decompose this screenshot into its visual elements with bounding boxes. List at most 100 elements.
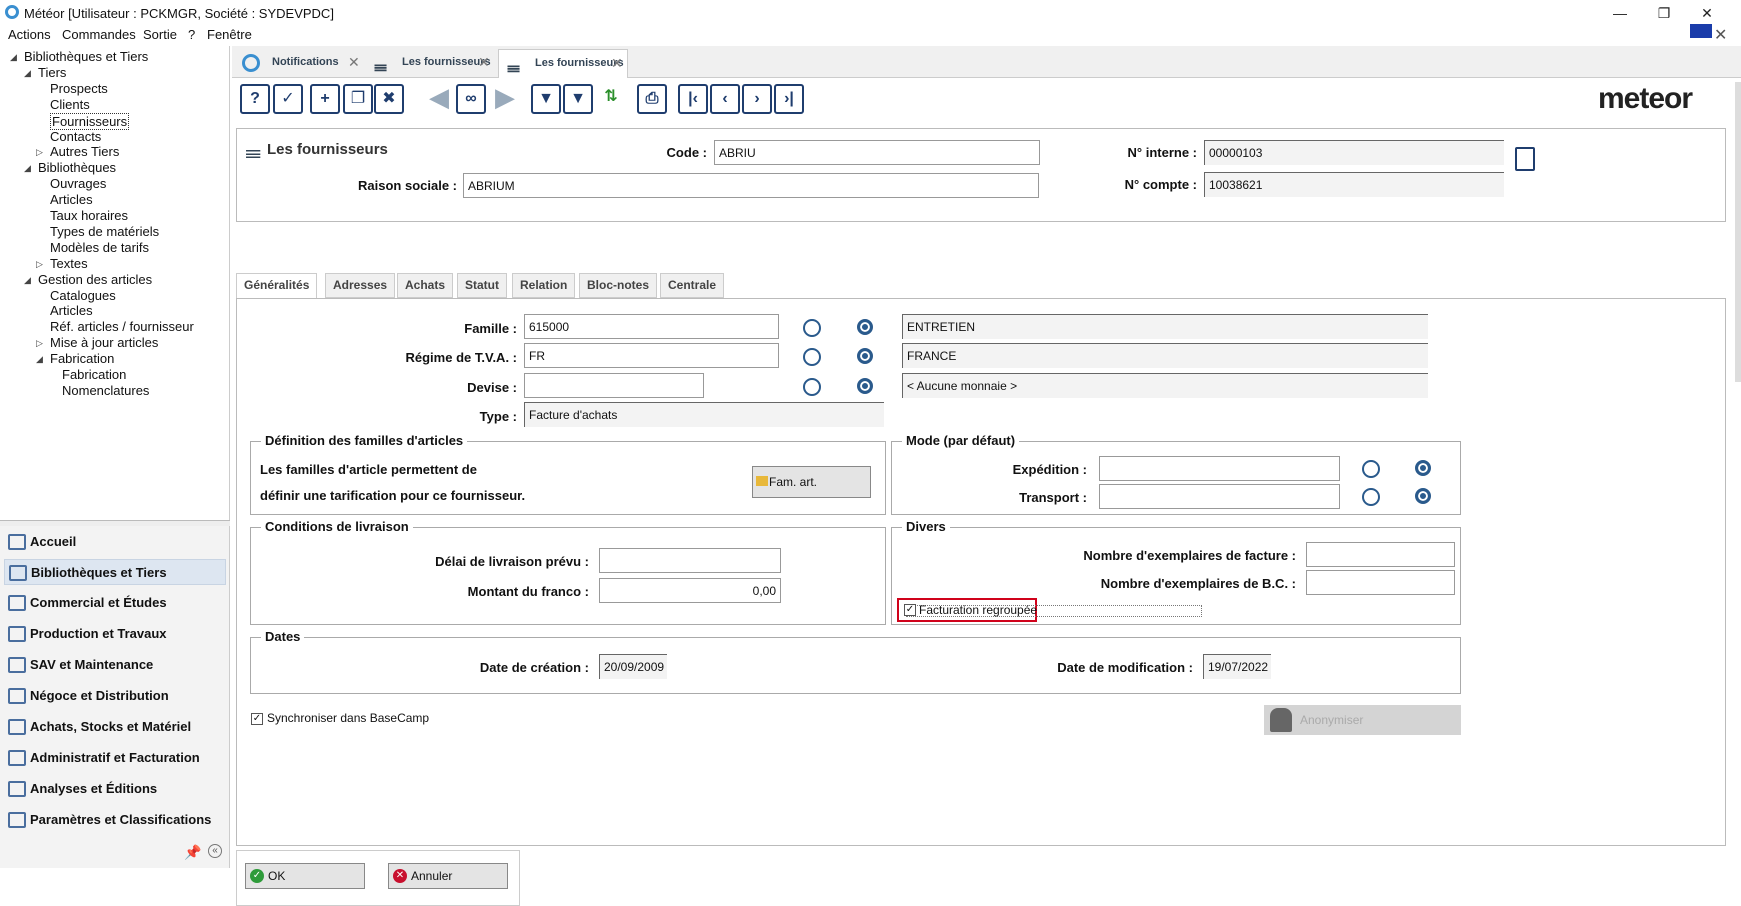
menu-sortie[interactable]: Sortie (143, 27, 177, 42)
delete-button[interactable]: ✖ (374, 84, 404, 114)
tree-item[interactable]: Bibliothèques (38, 160, 116, 175)
tree-expander-icon[interactable]: ▷ (36, 147, 43, 158)
gear-icon[interactable] (1415, 460, 1431, 476)
gear-icon[interactable] (857, 319, 873, 335)
anonymiser-button[interactable]: Anonymiser (1264, 705, 1461, 735)
code-input[interactable]: ABRIU (714, 140, 1040, 165)
tab-bloc-notes[interactable]: Bloc-notes (579, 273, 658, 298)
select-target-icon[interactable] (1362, 488, 1380, 506)
expedition-input[interactable] (1099, 456, 1340, 481)
nb-exemplaires-bc-input[interactable] (1306, 570, 1455, 595)
tab-notifications[interactable]: Notifications ✕ (236, 49, 366, 78)
tab-adresses[interactable]: Adresses (325, 273, 396, 298)
validate-button[interactable]: ✓ (273, 84, 303, 114)
tree-expander-icon[interactable]: ◢ (24, 68, 31, 79)
close-tab-icon[interactable]: ✕ (611, 50, 623, 76)
previous-arrow-icon[interactable]: ◀ (424, 84, 454, 114)
close-tab-icon[interactable]: ✕ (478, 49, 490, 75)
next-record-button[interactable]: › (742, 84, 772, 114)
tree-item[interactable]: Taux horaires (50, 208, 128, 223)
document-icon[interactable] (1515, 147, 1535, 171)
search-binoculars-button[interactable]: ∞ (456, 84, 486, 114)
tab-fournisseurs-2[interactable]: 𝍢 Les fournisseurs ✕ (498, 49, 628, 78)
regime-tva-input[interactable]: FR (524, 343, 779, 368)
sort-icon[interactable]: ⇅ (596, 84, 626, 114)
transport-input[interactable] (1099, 484, 1340, 509)
tree-item[interactable]: Réf. articles / fournisseur (50, 319, 194, 334)
delai-input[interactable] (599, 548, 781, 573)
tab-fournisseurs-1[interactable]: 𝍢 Les fournisseurs ✕ (366, 49, 496, 78)
select-target-icon[interactable] (1362, 460, 1380, 478)
gear-icon[interactable] (1415, 488, 1431, 504)
first-record-button[interactable]: |‹ (678, 84, 708, 114)
select-target-icon[interactable] (803, 348, 821, 366)
tree-item[interactable]: Mise à jour articles (50, 335, 158, 350)
tree-item[interactable]: Catalogues (50, 288, 116, 303)
facturation-regroupee-label[interactable]: Facturation regroupée (919, 603, 1037, 617)
raison-sociale-input[interactable]: ABRIUM (463, 173, 1039, 198)
tree-item[interactable]: Ouvrages (50, 176, 106, 191)
minimize-icon[interactable]: — (1610, 4, 1630, 22)
filter-remove-button[interactable]: ▼ (563, 84, 593, 114)
tree-expander-icon[interactable]: ◢ (10, 52, 17, 63)
tree-expander-icon[interactable]: ◢ (24, 163, 31, 174)
tab-centrale[interactable]: Centrale (660, 273, 725, 298)
close-window-icon[interactable]: ✕ (1697, 4, 1717, 22)
filter-button[interactable]: ▼ (531, 84, 561, 114)
tree-expander-icon[interactable]: ▷ (36, 259, 43, 270)
tree-item[interactable]: Nomenclatures (62, 383, 149, 398)
close-tab-icon[interactable]: ✕ (348, 49, 360, 75)
restore-icon[interactable]: ❐ (1654, 4, 1674, 22)
select-target-icon[interactable] (803, 378, 821, 396)
next-arrow-icon[interactable]: ▶ (490, 84, 520, 114)
facturation-regroupee-checkbox[interactable]: ✓ (904, 604, 916, 616)
tab-generalites[interactable]: Généralités (236, 273, 318, 299)
ok-button[interactable]: ✓ OK (245, 863, 365, 889)
tree-item[interactable]: Fabrication (62, 367, 126, 382)
tree-item[interactable]: Tiers (38, 65, 66, 80)
tree-item[interactable]: Modèles de tarifs (50, 240, 149, 255)
tree-item[interactable]: Articles (50, 192, 93, 207)
tab-relation[interactable]: Relation (512, 273, 576, 298)
menu-fenetre[interactable]: Fenêtre (207, 27, 252, 42)
gear-icon[interactable] (857, 378, 873, 394)
sync-basecamp-checkbox[interactable]: ✓ (251, 713, 263, 725)
tree-expander-icon[interactable]: ◢ (36, 354, 43, 365)
tree-item[interactable]: Prospects (50, 81, 108, 96)
tree-item[interactable]: Contacts (50, 129, 101, 144)
tree-item[interactable]: Clients (50, 97, 90, 112)
select-target-icon[interactable] (803, 319, 821, 337)
gear-icon[interactable] (857, 348, 873, 364)
add-button[interactable]: + (310, 84, 340, 114)
tree-item[interactable]: Gestion des articles (38, 272, 152, 287)
pin-icon[interactable]: 📌 (184, 844, 201, 861)
nb-exemplaires-facture-input[interactable] (1306, 542, 1455, 567)
nav-commercial[interactable]: Commercial et Études (4, 590, 226, 616)
tree-expander-icon[interactable]: ◢ (24, 275, 31, 286)
nav-achats[interactable]: Achats, Stocks et Matériel (4, 714, 226, 740)
fam-art-button[interactable]: Fam. art. (752, 466, 871, 498)
nav-bibliotheques[interactable]: Bibliothèques et Tiers (4, 559, 226, 585)
tab-statut[interactable]: Statut (457, 273, 507, 298)
tree-item[interactable]: Fournisseurs (50, 112, 130, 130)
tree-item[interactable]: Articles (50, 303, 93, 318)
help-button[interactable]: ? (240, 84, 270, 114)
vertical-scrollbar[interactable] (1735, 82, 1741, 382)
tree-item[interactable]: Types de matériels (50, 224, 159, 239)
close-doc-icon[interactable]: ✕ (1714, 25, 1727, 45)
tab-achats[interactable]: Achats (397, 273, 454, 298)
tree-item[interactable]: Textes (50, 256, 88, 271)
famille-input[interactable]: 615000 (524, 314, 779, 339)
tree-item[interactable]: Fabrication (50, 351, 114, 366)
nav-sav[interactable]: SAV et Maintenance (4, 652, 226, 678)
tree-expander-icon[interactable]: ▷ (36, 338, 43, 349)
nav-administratif[interactable]: Administratif et Facturation (4, 745, 226, 771)
tree-item[interactable]: Bibliothèques et Tiers (24, 49, 148, 64)
copy-button[interactable]: ❐ (343, 84, 373, 114)
nav-parametres[interactable]: Paramètres et Classifications (4, 807, 226, 833)
tree-item[interactable]: Autres Tiers (50, 144, 119, 159)
nav-negoce[interactable]: Négoce et Distribution (4, 683, 226, 709)
prev-record-button[interactable]: ‹ (710, 84, 740, 114)
sync-basecamp-label[interactable]: Synchroniser dans BaseCamp (267, 711, 429, 725)
menu-help[interactable]: ? (188, 27, 195, 42)
